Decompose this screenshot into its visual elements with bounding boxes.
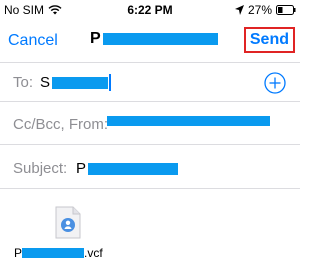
add-contact-icon[interactable] <box>264 72 286 94</box>
vcf-file-icon <box>55 206 81 239</box>
compose-title: P <box>90 30 218 48</box>
vcf-attachment[interactable]: P .vcf <box>0 200 300 273</box>
cancel-button[interactable]: Cancel <box>8 32 58 50</box>
redacted-filename <box>22 248 85 258</box>
cc-bcc-from-label: Cc/Bcc, From: <box>13 116 109 133</box>
status-bar: No SIM 6:22 PM 27% <box>0 0 300 20</box>
compose-nav-bar: Cancel P Send <box>0 20 300 62</box>
compose-title-text: P <box>90 30 101 47</box>
attachment-filename: P .vcf <box>14 246 103 260</box>
redacted-from-address <box>107 116 270 126</box>
send-button[interactable]: Send <box>243 27 295 53</box>
cc-bcc-from-field[interactable]: Cc/Bcc, From: <box>0 105 300 145</box>
attachment-name-prefix: P <box>14 246 23 260</box>
subject-field[interactable]: Subject: P <box>0 149 300 189</box>
from-address <box>107 116 270 126</box>
status-right-group: 27% <box>234 3 296 17</box>
to-field[interactable]: To: S <box>0 62 300 102</box>
redacted-subject <box>88 162 179 175</box>
to-label: To: <box>13 74 34 91</box>
subject-value[interactable]: P <box>76 160 179 177</box>
subject-label: Subject: <box>13 160 68 177</box>
subject-value-text: P <box>76 160 87 177</box>
redacted-title <box>102 33 218 45</box>
to-recipient-text: S <box>40 74 51 91</box>
redacted-recipient <box>52 76 109 89</box>
to-recipient[interactable]: S <box>40 74 112 91</box>
attachment-name-suffix: .vcf <box>84 246 103 260</box>
battery-percent: 27% <box>247 3 272 17</box>
location-arrow-icon <box>234 5 244 15</box>
battery-icon <box>276 5 296 15</box>
text-cursor <box>109 74 112 91</box>
